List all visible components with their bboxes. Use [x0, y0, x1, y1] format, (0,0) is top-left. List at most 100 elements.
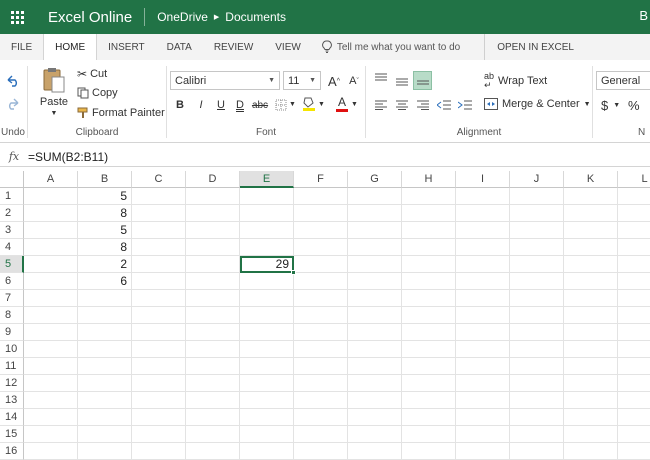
- number-format-select[interactable]: General: [596, 71, 650, 90]
- cell-A2[interactable]: [24, 205, 78, 222]
- cell-L6[interactable]: [618, 273, 650, 290]
- cut-button[interactable]: ✂ Cut: [77, 67, 107, 81]
- row-header-11[interactable]: 11: [0, 358, 24, 375]
- tab-review[interactable]: REVIEW: [203, 34, 264, 60]
- cell-I15[interactable]: [456, 426, 510, 443]
- cell-D13[interactable]: [186, 392, 240, 409]
- cell-H14[interactable]: [402, 409, 456, 426]
- align-bottom-icon[interactable]: [413, 71, 432, 90]
- bold-button[interactable]: B: [171, 96, 189, 114]
- app-launcher-button[interactable]: [0, 0, 34, 34]
- cell-D2[interactable]: [186, 205, 240, 222]
- user-avatar[interactable]: B: [639, 8, 648, 23]
- cell-D1[interactable]: [186, 188, 240, 205]
- cell-D10[interactable]: [186, 341, 240, 358]
- cell-K12[interactable]: [564, 375, 618, 392]
- cell-C8[interactable]: [132, 307, 186, 324]
- cell-F10[interactable]: [294, 341, 348, 358]
- column-header-I[interactable]: I: [456, 171, 510, 188]
- cell-I4[interactable]: [456, 239, 510, 256]
- cell-B5[interactable]: 2: [78, 256, 132, 273]
- cell-I2[interactable]: [456, 205, 510, 222]
- cell-G3[interactable]: [348, 222, 402, 239]
- cell-G8[interactable]: [348, 307, 402, 324]
- chevron-down-icon[interactable]: ▼: [289, 101, 296, 108]
- cell-F4[interactable]: [294, 239, 348, 256]
- column-header-D[interactable]: D: [186, 171, 240, 188]
- undo-icon[interactable]: [4, 72, 22, 90]
- merge-center-button[interactable]: Merge & Center ▼: [484, 98, 591, 110]
- cell-B15[interactable]: [78, 426, 132, 443]
- cell-E7[interactable]: [240, 290, 294, 307]
- select-all-corner[interactable]: [0, 171, 24, 188]
- cell-C12[interactable]: [132, 375, 186, 392]
- cell-E4[interactable]: [240, 239, 294, 256]
- row-header-5[interactable]: 5: [0, 256, 24, 273]
- cell-E5[interactable]: 29: [240, 256, 294, 273]
- cell-H8[interactable]: [402, 307, 456, 324]
- cell-E9[interactable]: [240, 324, 294, 341]
- cell-A3[interactable]: [24, 222, 78, 239]
- cell-C2[interactable]: [132, 205, 186, 222]
- cell-C7[interactable]: [132, 290, 186, 307]
- cell-J6[interactable]: [510, 273, 564, 290]
- format-painter-button[interactable]: Format Painter: [77, 107, 165, 119]
- cell-J1[interactable]: [510, 188, 564, 205]
- row-header-3[interactable]: 3: [0, 222, 24, 239]
- cell-L7[interactable]: [618, 290, 650, 307]
- cell-J3[interactable]: [510, 222, 564, 239]
- font-color-icon[interactable]: A: [333, 94, 351, 112]
- cell-F8[interactable]: [294, 307, 348, 324]
- cell-I7[interactable]: [456, 290, 510, 307]
- cell-C9[interactable]: [132, 324, 186, 341]
- font-name-select[interactable]: Calibri ▼: [170, 71, 280, 90]
- cell-D3[interactable]: [186, 222, 240, 239]
- row-header-13[interactable]: 13: [0, 392, 24, 409]
- cell-E8[interactable]: [240, 307, 294, 324]
- cell-E14[interactable]: [240, 409, 294, 426]
- cell-H9[interactable]: [402, 324, 456, 341]
- decrease-indent-icon[interactable]: [435, 96, 453, 114]
- cell-I11[interactable]: [456, 358, 510, 375]
- cell-C3[interactable]: [132, 222, 186, 239]
- cell-B11[interactable]: [78, 358, 132, 375]
- row-header-16[interactable]: 16: [0, 443, 24, 460]
- row-header-7[interactable]: 7: [0, 290, 24, 307]
- cell-K5[interactable]: [564, 256, 618, 273]
- cell-F13[interactable]: [294, 392, 348, 409]
- fill-handle[interactable]: [291, 270, 296, 275]
- cell-B4[interactable]: 8: [78, 239, 132, 256]
- cell-F16[interactable]: [294, 443, 348, 460]
- increase-indent-icon[interactable]: [456, 96, 474, 114]
- cell-J9[interactable]: [510, 324, 564, 341]
- cell-A6[interactable]: [24, 273, 78, 290]
- cell-I16[interactable]: [456, 443, 510, 460]
- cell-B10[interactable]: [78, 341, 132, 358]
- cell-E3[interactable]: [240, 222, 294, 239]
- column-header-F[interactable]: F: [294, 171, 348, 188]
- cell-K6[interactable]: [564, 273, 618, 290]
- cell-I3[interactable]: [456, 222, 510, 239]
- align-right-icon[interactable]: [414, 96, 432, 114]
- chevron-down-icon[interactable]: ▼: [351, 101, 358, 108]
- breadcrumb-onedrive[interactable]: OneDrive: [157, 10, 208, 24]
- align-top-icon[interactable]: [372, 69, 390, 87]
- cell-G11[interactable]: [348, 358, 402, 375]
- cell-B14[interactable]: [78, 409, 132, 426]
- cell-F5[interactable]: [294, 256, 348, 273]
- cell-C11[interactable]: [132, 358, 186, 375]
- chevron-down-icon[interactable]: ▼: [318, 101, 325, 108]
- cell-K3[interactable]: [564, 222, 618, 239]
- row-header-8[interactable]: 8: [0, 307, 24, 324]
- align-center-icon[interactable]: [393, 96, 411, 114]
- wrap-text-button[interactable]: ab ↵ Wrap Text: [484, 72, 547, 90]
- cell-A15[interactable]: [24, 426, 78, 443]
- cell-H13[interactable]: [402, 392, 456, 409]
- cell-H12[interactable]: [402, 375, 456, 392]
- cell-E2[interactable]: [240, 205, 294, 222]
- cell-A8[interactable]: [24, 307, 78, 324]
- cell-A14[interactable]: [24, 409, 78, 426]
- cell-D5[interactable]: [186, 256, 240, 273]
- cell-K9[interactable]: [564, 324, 618, 341]
- tab-insert[interactable]: INSERT: [97, 34, 156, 60]
